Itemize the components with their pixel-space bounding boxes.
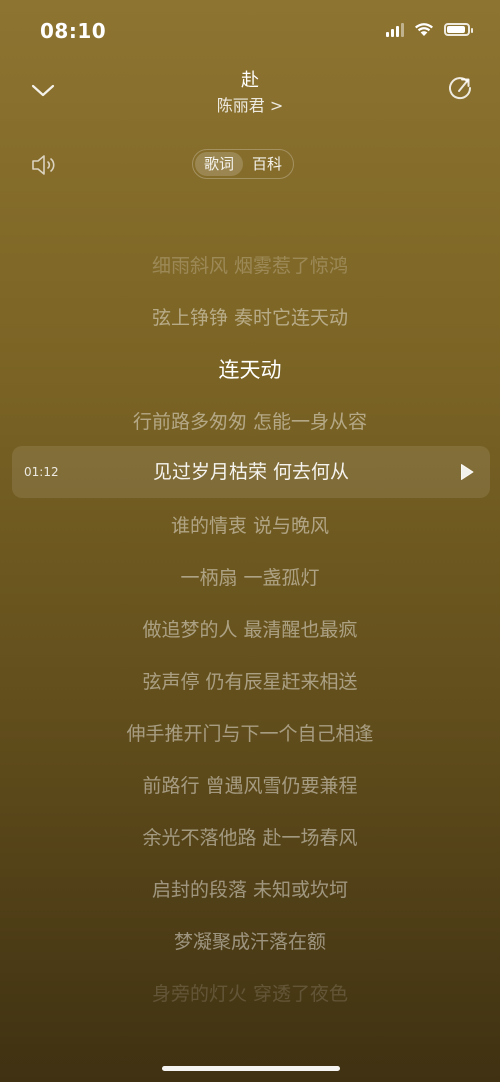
seek-to-line-bar[interactable]: 01:12 见过岁月枯荣 何去何从 [12, 446, 490, 498]
player-header: 赴 陈丽君 > [0, 60, 500, 120]
status-icons [386, 22, 473, 37]
lyric-line[interactable]: 一柄扇 一盏孤灯 [0, 552, 500, 604]
share-icon[interactable] [446, 74, 474, 102]
wifi-icon [415, 23, 433, 36]
lyric-line[interactable]: 弦上铮铮 奏时它连天动 [0, 292, 500, 344]
home-indicator[interactable] [162, 1066, 340, 1071]
tab-lyrics[interactable]: 歌词 [195, 152, 244, 176]
artist-link[interactable]: 陈丽君 > [0, 92, 500, 116]
battery-icon [444, 23, 473, 36]
lyric-line[interactable]: 余光不落他路 赴一场春风 [0, 812, 500, 864]
status-bar: 08:10 [0, 0, 500, 60]
lyric-line-current[interactable]: 连天动 [0, 344, 500, 396]
song-title: 赴 [241, 70, 259, 91]
lyric-line[interactable]: 前路行 曾遇风雪仍要兼程 [0, 760, 500, 812]
view-tabs: 歌词 百科 [192, 149, 295, 179]
battery-level [447, 26, 465, 33]
lyric-line[interactable]: 谁的情衷 说与晚风 [0, 500, 500, 552]
lyric-line[interactable]: 伸手推开门与下一个自己相逢 [0, 708, 500, 760]
lyric-line[interactable]: 行前路多匆匆 怎能一身从容 [0, 396, 500, 448]
lyric-line[interactable]: 启封的段落 未知或坎坷 [0, 864, 500, 916]
tab-wiki[interactable]: 百科 [243, 152, 291, 176]
lyric-line[interactable]: 弦声停 仍有辰星赶来相送 [0, 656, 500, 708]
lyric-line[interactable]: 做追梦的人 最清醒也最疯 [0, 604, 500, 656]
lyric-line[interactable]: 梦凝聚成汗落在额 [0, 916, 500, 968]
status-time: 08:10 [40, 19, 107, 43]
lyric-line[interactable]: 细雨斜风 烟雾惹了惊鸿 [0, 240, 500, 292]
seek-lyric-line[interactable]: 见过岁月枯荣 何去何从 [12, 446, 490, 498]
speaker-icon[interactable] [30, 152, 60, 178]
play-icon[interactable] [460, 463, 474, 481]
lyric-line[interactable]: 身旁的灯火 穿透了夜色 [0, 968, 500, 1020]
cellular-signal-icon [386, 22, 404, 37]
